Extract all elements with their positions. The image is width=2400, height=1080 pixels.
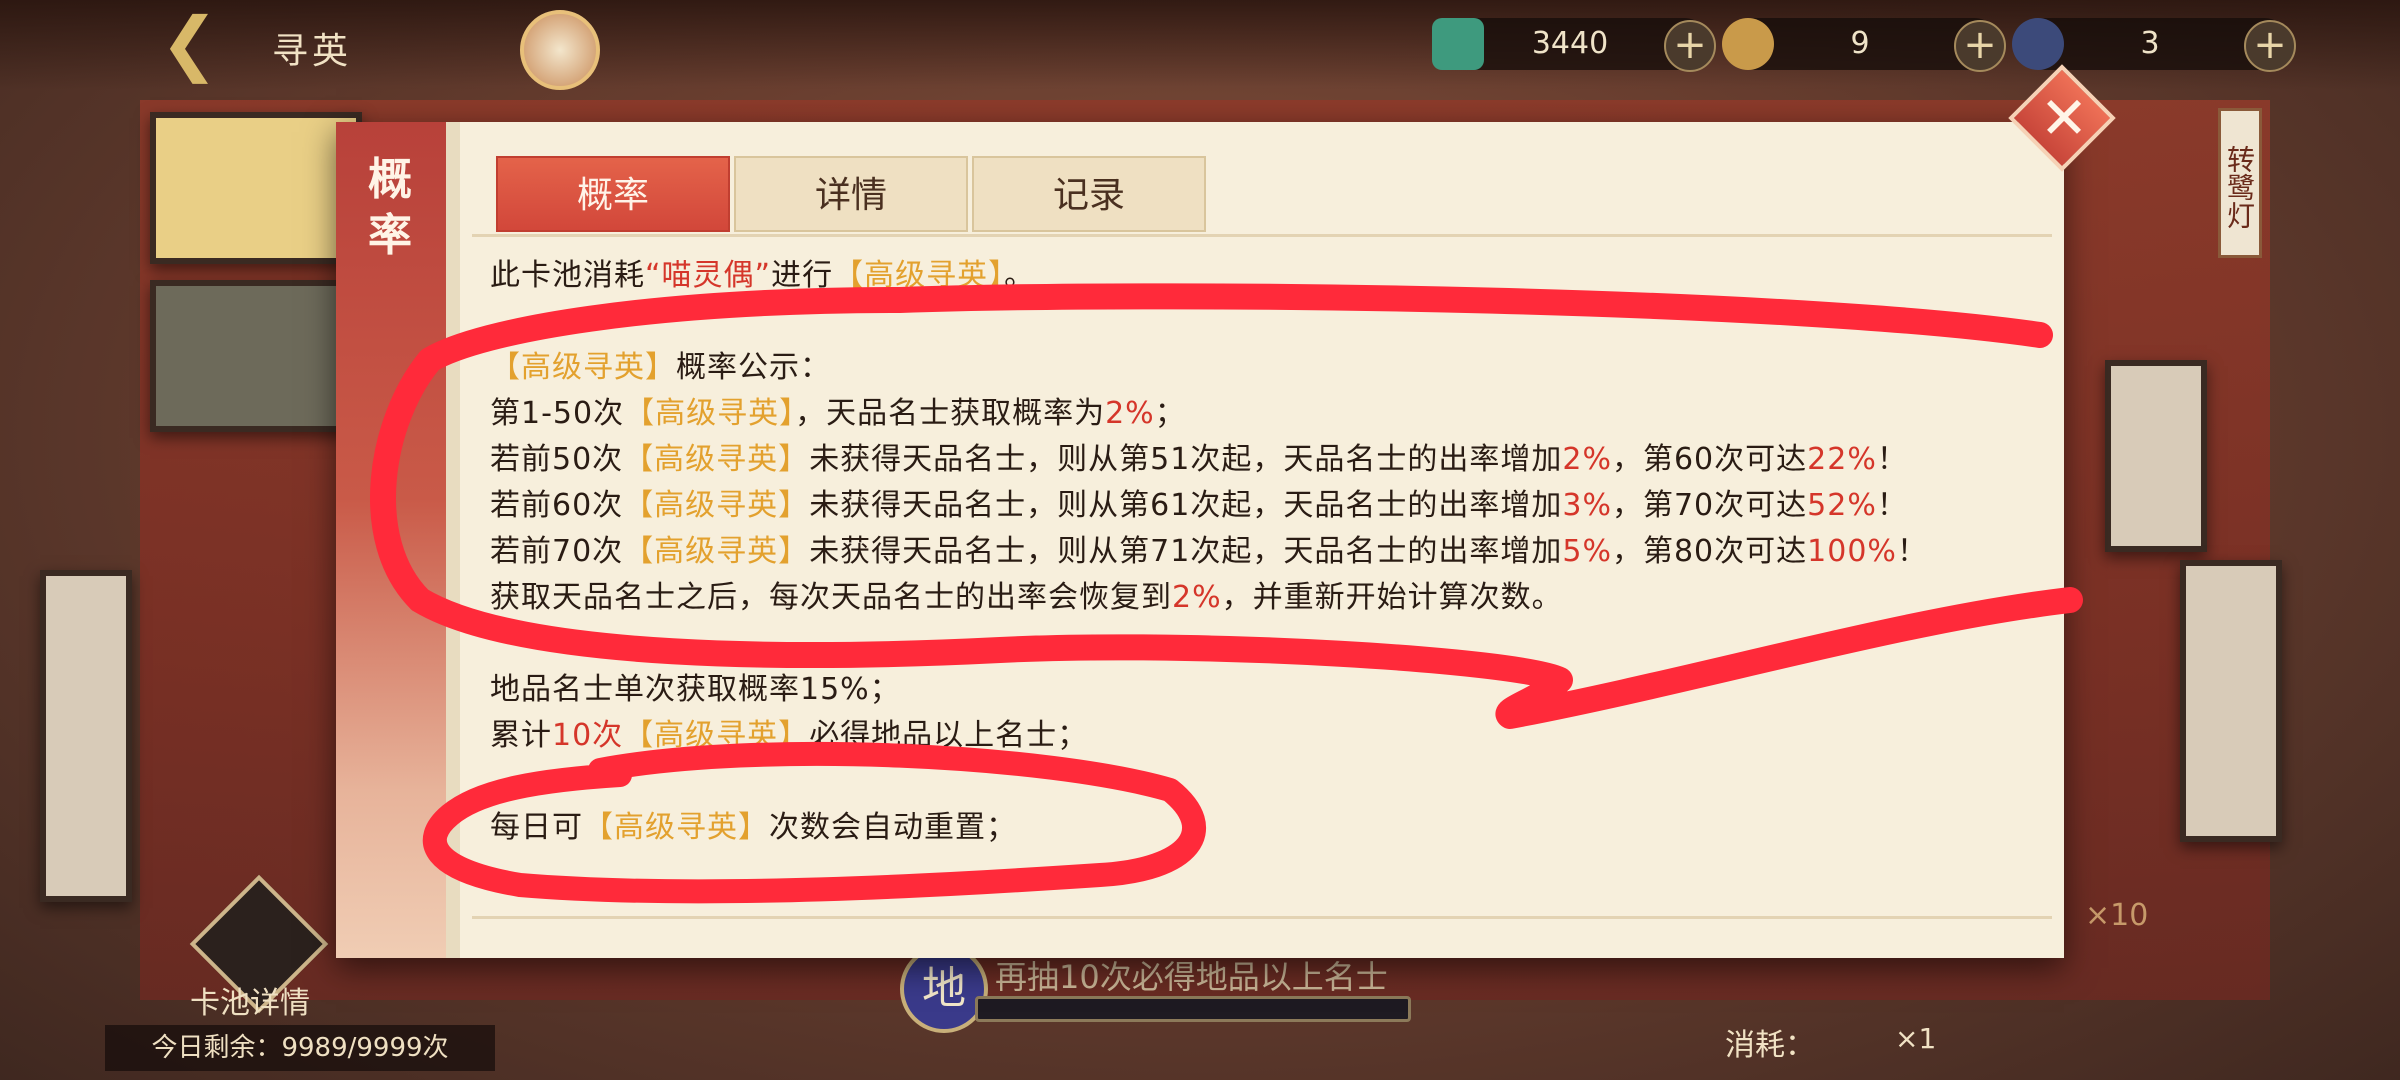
text-line: 获取天品名士之后，每次天品名士的出率会恢复到2%，并重新开始计算次数。	[490, 580, 1563, 615]
cost-multiplier: ×1	[1895, 1022, 1937, 1055]
pity-hint: 再抽10次必得地品以上名士	[995, 958, 1388, 996]
divider	[472, 916, 2052, 919]
tab-details[interactable]: 详情	[734, 156, 968, 232]
add-jade-button[interactable]: +	[1664, 20, 1716, 72]
text-line: 若前70次【高级寻英】未获得天品名士，则从第71次起，天品名士的出率增加5%，第…	[490, 534, 1928, 569]
dialog-side-title: 概率	[368, 154, 412, 261]
text-line: 累计10次【高级寻英】必得地品以上名士；	[490, 718, 1089, 753]
back-arrow-icon: ❮	[160, 2, 219, 84]
currency-wolf-token: 3 +	[2012, 18, 2296, 72]
background-card	[2180, 560, 2282, 842]
currency-cat-doll: 9 +	[1722, 18, 2006, 72]
text-line: 地品名士单次获取概率15%；	[490, 672, 901, 707]
ribbon-edge	[446, 122, 460, 958]
background-card	[150, 112, 362, 264]
currency-jade: 3440 +	[1432, 18, 1716, 72]
back-button[interactable]: ❮	[160, 8, 220, 78]
text-line: 此卡池消耗“喵灵偶”进行【高级寻英】。	[490, 258, 1036, 293]
probability-dialog: 概率 概率 详情 记录 此卡池消耗“喵灵偶”进行【高级寻英】。 【高级寻英】概率…	[336, 122, 2064, 958]
text-line: 每日可【高级寻英】次数会自动重置；	[490, 810, 1017, 845]
wolf-token-icon	[2012, 18, 2064, 70]
jade-icon	[1432, 18, 1484, 70]
background-card	[40, 570, 132, 902]
side-ribbon: 概率	[336, 122, 446, 958]
dialog-body: 概率 详情 记录 此卡池消耗“喵灵偶”进行【高级寻英】。 【高级寻英】概率公示：…	[460, 122, 2064, 958]
add-cat-doll-button[interactable]: +	[1954, 20, 2006, 72]
lantern-label[interactable]: 转鹭灯	[2218, 108, 2262, 258]
text-line: 若前50次【高级寻英】未获得天品名士，则从第51次起，天品名士的出率增加2%，第…	[490, 442, 1908, 477]
currency-value: 3	[2140, 26, 2160, 61]
page-title: 寻英	[272, 31, 353, 72]
cost-label: 消耗：	[1725, 1028, 1815, 1063]
background-card	[150, 280, 362, 432]
cat-doll-icon	[1722, 18, 1774, 70]
tab-probability[interactable]: 概率	[496, 156, 730, 232]
add-wolf-token-button[interactable]: +	[2244, 20, 2296, 72]
currency-value: 3440	[1531, 26, 1609, 61]
ten-draw-multiplier: ×10	[2085, 898, 2149, 933]
pool-details-label[interactable]: 卡池详情	[190, 978, 310, 1022]
divider	[472, 234, 2052, 237]
text-line: 【高级寻英】概率公示：	[490, 350, 831, 385]
text-line: 第1-50次【高级寻英】，天品名士获取概率为2%；	[490, 396, 1186, 431]
close-icon: ✕	[2039, 84, 2089, 152]
daily-remaining: 今日剩余：9989/9999次	[105, 1025, 495, 1071]
currency-value: 9	[1850, 26, 1870, 61]
pity-progress-bar	[975, 996, 1411, 1022]
text-line: 若前60次【高级寻英】未获得天品名士，则从第61次起，天品名士的出率增加3%，第…	[490, 488, 1908, 523]
background-card	[2105, 360, 2207, 552]
avatar[interactable]	[520, 10, 600, 90]
tab-records[interactable]: 记录	[972, 156, 1206, 232]
